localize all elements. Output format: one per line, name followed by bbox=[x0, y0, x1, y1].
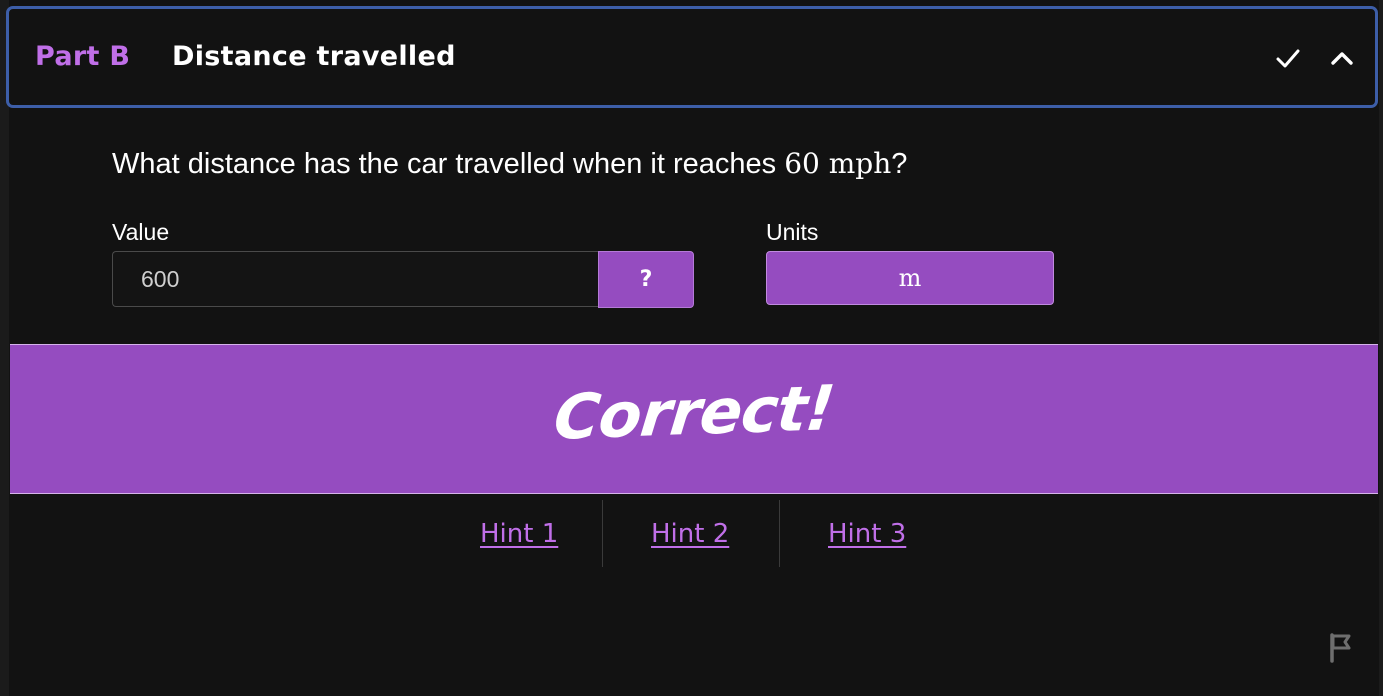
flag-icon[interactable] bbox=[1328, 633, 1354, 663]
question-text: What distance has the car travelled when… bbox=[112, 147, 907, 181]
feedback-banner: Correct! bbox=[10, 344, 1378, 494]
page: Part B Distance travelled What distance … bbox=[0, 0, 1383, 696]
hint-1-link[interactable]: Hint 1 bbox=[480, 519, 558, 549]
part-label: Part B bbox=[35, 41, 131, 72]
value-label: Value bbox=[112, 219, 170, 245]
math-value: 60 bbox=[784, 147, 820, 180]
units-label: Units bbox=[766, 219, 819, 245]
math-unit-text: mph bbox=[828, 147, 892, 180]
hint-divider bbox=[602, 500, 603, 567]
hint-2-link[interactable]: Hint 2 bbox=[651, 519, 729, 549]
units-dropdown[interactable]: m bbox=[766, 251, 1054, 305]
part-title: Distance travelled bbox=[172, 41, 456, 72]
hint-3-container: Hint 3 bbox=[828, 500, 906, 567]
hint-1-container: Hint 1 bbox=[480, 500, 558, 567]
help-button[interactable]: ? bbox=[598, 251, 694, 308]
units-selected-value: m bbox=[898, 264, 922, 292]
hint-2-container: Hint 2 bbox=[651, 500, 729, 567]
feedback-text: Correct! bbox=[550, 370, 838, 454]
value-input[interactable] bbox=[112, 251, 598, 307]
hint-divider bbox=[779, 500, 780, 567]
chevron-up-icon[interactable] bbox=[1327, 43, 1357, 73]
question-text-before: What distance has the car travelled when… bbox=[112, 148, 785, 180]
question-text-after: ? bbox=[891, 148, 908, 180]
part-header[interactable]: Part B Distance travelled bbox=[6, 6, 1378, 108]
check-icon bbox=[1276, 49, 1300, 68]
math-unit: mph bbox=[820, 147, 892, 180]
hint-3-link[interactable]: Hint 3 bbox=[828, 519, 906, 549]
